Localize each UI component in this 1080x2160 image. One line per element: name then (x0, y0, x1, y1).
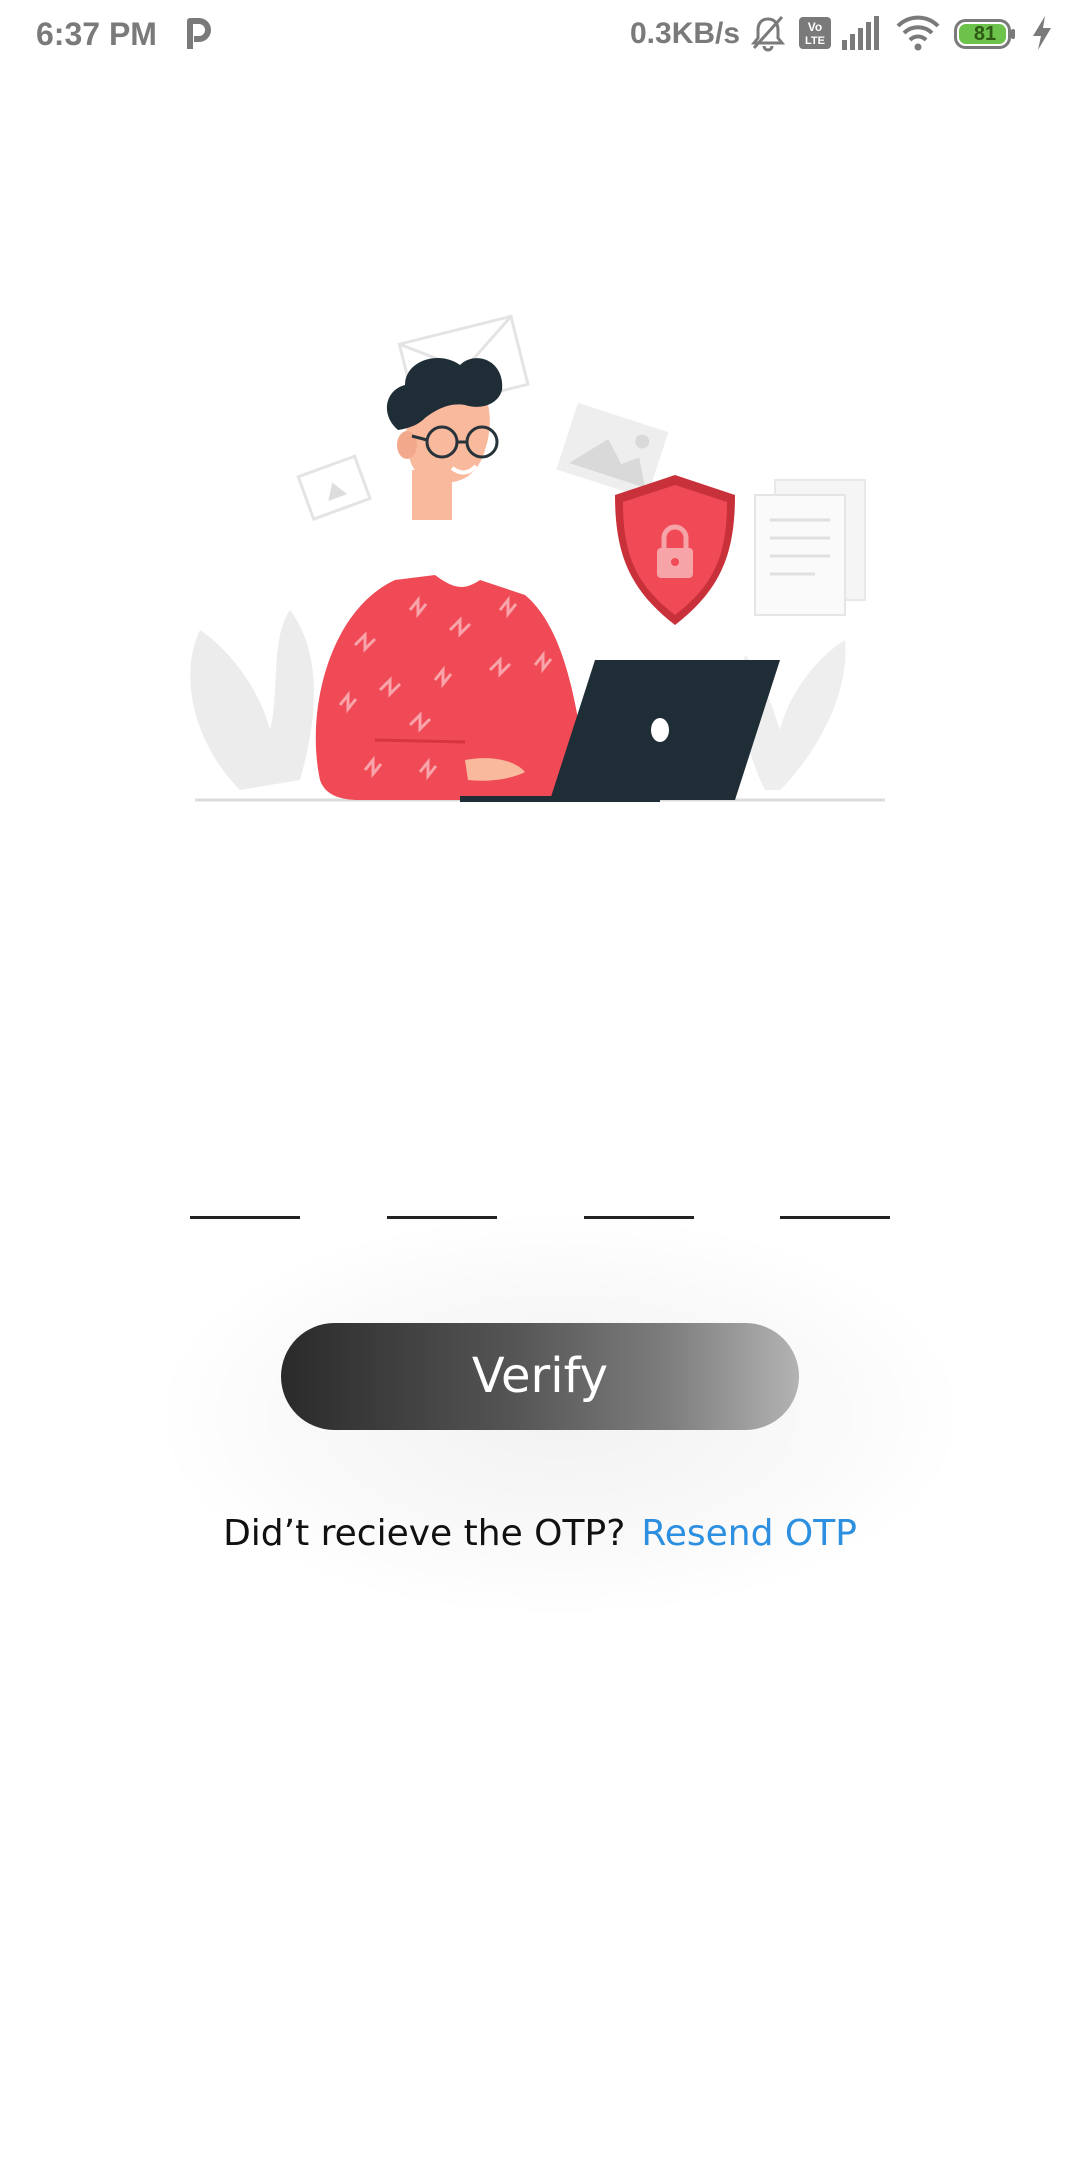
signal-icon (842, 16, 879, 50)
volte-icon: Vo LTE (799, 17, 831, 49)
network-speed: 0.3KB/s (630, 17, 741, 50)
battery-level: 81 (973, 23, 997, 45)
parking-app-icon (187, 18, 211, 49)
svg-text:LTE: LTE (805, 35, 825, 47)
triangle-card-decoration (296, 454, 372, 521)
person-figure (315, 357, 580, 800)
shield-lock-icon (615, 475, 735, 625)
otp-digit-1[interactable] (190, 1160, 300, 1219)
status-time: 6:37 PM (36, 16, 157, 52)
resend-otp-link[interactable]: Resend OTP (641, 1513, 857, 1554)
otp-digit-4[interactable] (780, 1160, 890, 1219)
wifi-icon (896, 15, 940, 51)
document-decoration (754, 479, 866, 616)
resend-row: Did’t recieve the OTP? Resend OTP (0, 1506, 1080, 1562)
leaf-left-decoration (190, 610, 314, 790)
otp-input-row (190, 1160, 890, 1220)
svg-text:Vo: Vo (808, 20, 822, 34)
verify-button[interactable]: Verify (281, 1323, 799, 1430)
otp-digit-2[interactable] (387, 1160, 497, 1219)
bell-muted-icon (750, 15, 786, 52)
security-illustration (190, 314, 885, 802)
charging-icon (1033, 16, 1051, 50)
resend-prompt-text: Did’t recieve the OTP? (223, 1513, 626, 1554)
status-bar: 6:37 PM 0.3KB/s Vo LTE 81 (0, 0, 1080, 66)
otp-digit-3[interactable] (584, 1160, 694, 1219)
